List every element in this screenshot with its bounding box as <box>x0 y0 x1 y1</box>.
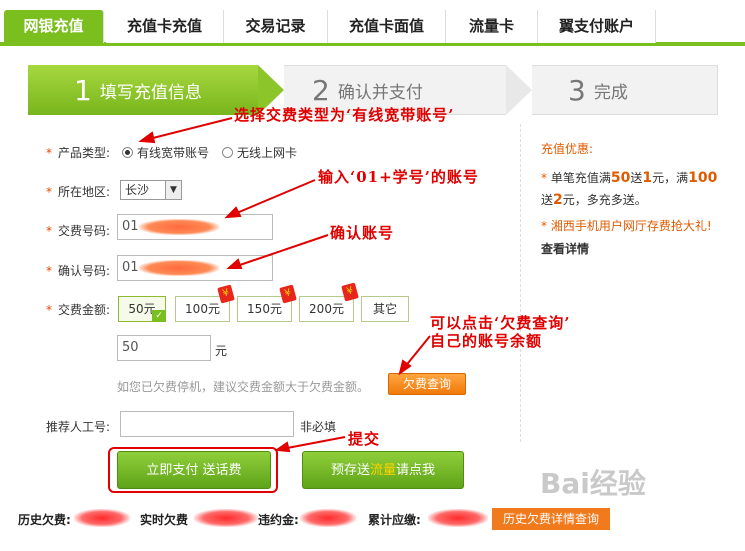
arrow-to-submit <box>281 436 346 450</box>
history-arrears-label: 历史欠费: <box>18 513 71 527</box>
promo-offer: * 单笔充值满50送1元，满100 送2元，多充多送。 <box>541 170 718 208</box>
check-icon: ✓ <box>152 310 166 322</box>
redacted-mask <box>194 509 258 527</box>
arrears-summary-bar: 历史欠费: 实时欠费 违约金: 累计应缴: 历史欠费详情查询 <box>0 505 745 535</box>
account-label: * 交费号码: <box>46 224 111 238</box>
step-2-label: 确认并支付 <box>337 82 423 103</box>
referrer-hint: 非必填 <box>300 420 337 434</box>
radio-selected-icon <box>122 147 133 158</box>
annotation-select-type: 选择交费类型为‘有线宽带账号’ <box>234 106 455 124</box>
confirm-label: * 确认号码: <box>46 264 111 278</box>
step-2-number: 2 <box>312 73 330 107</box>
arrow-to-account <box>231 179 316 216</box>
radio-wired-broadband[interactable]: 有线宽带账号 <box>122 144 209 161</box>
confirm-value: 01 <box>122 260 139 275</box>
tab-card-recharge[interactable]: 充值卡充值 <box>106 10 224 43</box>
radio-wireless-label: 无线上网卡 <box>237 146 298 160</box>
view-details-link[interactable]: 查看详情 <box>541 240 730 257</box>
tab-transactions[interactable]: 交易记录 <box>224 10 328 43</box>
radio-unselected-icon <box>222 147 233 158</box>
step-1-label: 填写充值信息 <box>99 82 202 103</box>
annotation-input-account: 输入‘01+学号’的账号 <box>318 168 479 186</box>
amount-option-other[interactable]: 其它 <box>361 296 409 322</box>
penalty-label: 违约金: <box>258 513 299 527</box>
region-value: 长沙 <box>125 183 150 197</box>
arrowhead-icon <box>138 131 156 144</box>
arrow-to-arrears-query <box>403 335 431 369</box>
realtime-arrears-label: 实时欠费 <box>140 513 189 527</box>
redacted-mask <box>74 509 130 527</box>
step-3: 3 完成 <box>532 65 718 115</box>
promo-link[interactable]: * 湘西手机用户网厅存费抢大礼! <box>541 217 730 234</box>
step-1: 1 填写充值信息 <box>28 65 258 115</box>
step-3-label: 完成 <box>593 82 628 103</box>
arrears-detail-button[interactable]: 历史欠费详情查询 <box>492 508 610 530</box>
annotation-arrears-line2: 自己的账号余额 <box>430 332 543 350</box>
redacted-mask <box>138 218 219 235</box>
arrowhead-icon <box>274 441 291 453</box>
annotation-confirm-account: 确认账号 <box>330 224 395 242</box>
step-3-number: 3 <box>568 73 586 107</box>
account-input[interactable]: 01 <box>117 214 273 240</box>
redacted-mask <box>428 509 488 527</box>
region-label: * 所在地区: <box>46 185 111 199</box>
redacted-mask <box>138 259 219 276</box>
radio-wireless-card[interactable]: 无线上网卡 <box>222 144 297 161</box>
total-due-label: 累计应缴: <box>368 513 421 527</box>
radio-wired-label: 有线宽带账号 <box>137 146 210 160</box>
region-select[interactable]: 长沙 ▼ <box>120 180 182 200</box>
arrears-query-button[interactable]: 欠费查询 <box>388 373 466 395</box>
tab-data-card[interactable]: 流量卡 <box>446 10 538 43</box>
product-type-label: * 产品类型: <box>46 146 111 160</box>
referrer-input[interactable] <box>120 411 294 437</box>
account-value: 01 <box>122 219 139 234</box>
tab-card-values[interactable]: 充值卡面值 <box>328 10 446 43</box>
amount-label: * 交费金额: <box>46 303 111 317</box>
stop-hint: 如您已欠费停机，建议交费金额大于欠费金额。 <box>117 380 370 394</box>
amount-option-50[interactable]: 50元 ✓ <box>118 296 166 322</box>
amount-unit: 元 <box>215 344 228 358</box>
red-envelope-icon: ¥ <box>217 284 235 304</box>
red-envelope-icon: ¥ <box>341 282 359 302</box>
confirm-input[interactable]: 01 <box>117 255 273 281</box>
arrow-to-product-type <box>144 117 233 141</box>
prestore-data-button[interactable]: 预存送流量请点我 <box>302 451 464 489</box>
red-envelope-icon: ¥ <box>279 284 297 304</box>
referrer-label: 推荐人工号: <box>46 420 111 434</box>
arrowhead-icon <box>398 359 412 376</box>
promo-title: 充值优惠: <box>541 142 594 156</box>
tab-online-banking[interactable]: 网银充值 <box>4 10 104 43</box>
step-2-arrow <box>506 65 532 115</box>
promo-panel: 充值优惠: * 单笔充值满50送1元，满100 送2元，多充多送。 * 湘西手机用… <box>520 124 730 442</box>
amount-input[interactable]: 50 <box>117 335 211 361</box>
step-1-number: 1 <box>74 73 92 107</box>
chevron-down-icon: ▼ <box>165 181 181 199</box>
baidu-jingyan-watermark: Bai经验 <box>540 467 646 500</box>
tab-wing-pay[interactable]: 翼支付账户 <box>538 10 656 43</box>
pay-now-button[interactable]: 立即支付 送话费 <box>117 451 271 489</box>
tab-bar: 网银充值 充值卡充值 交易记录 充值卡面值 流量卡 翼支付账户 <box>0 10 745 46</box>
annotation-submit: 提交 <box>348 430 381 448</box>
redacted-mask <box>300 509 356 527</box>
